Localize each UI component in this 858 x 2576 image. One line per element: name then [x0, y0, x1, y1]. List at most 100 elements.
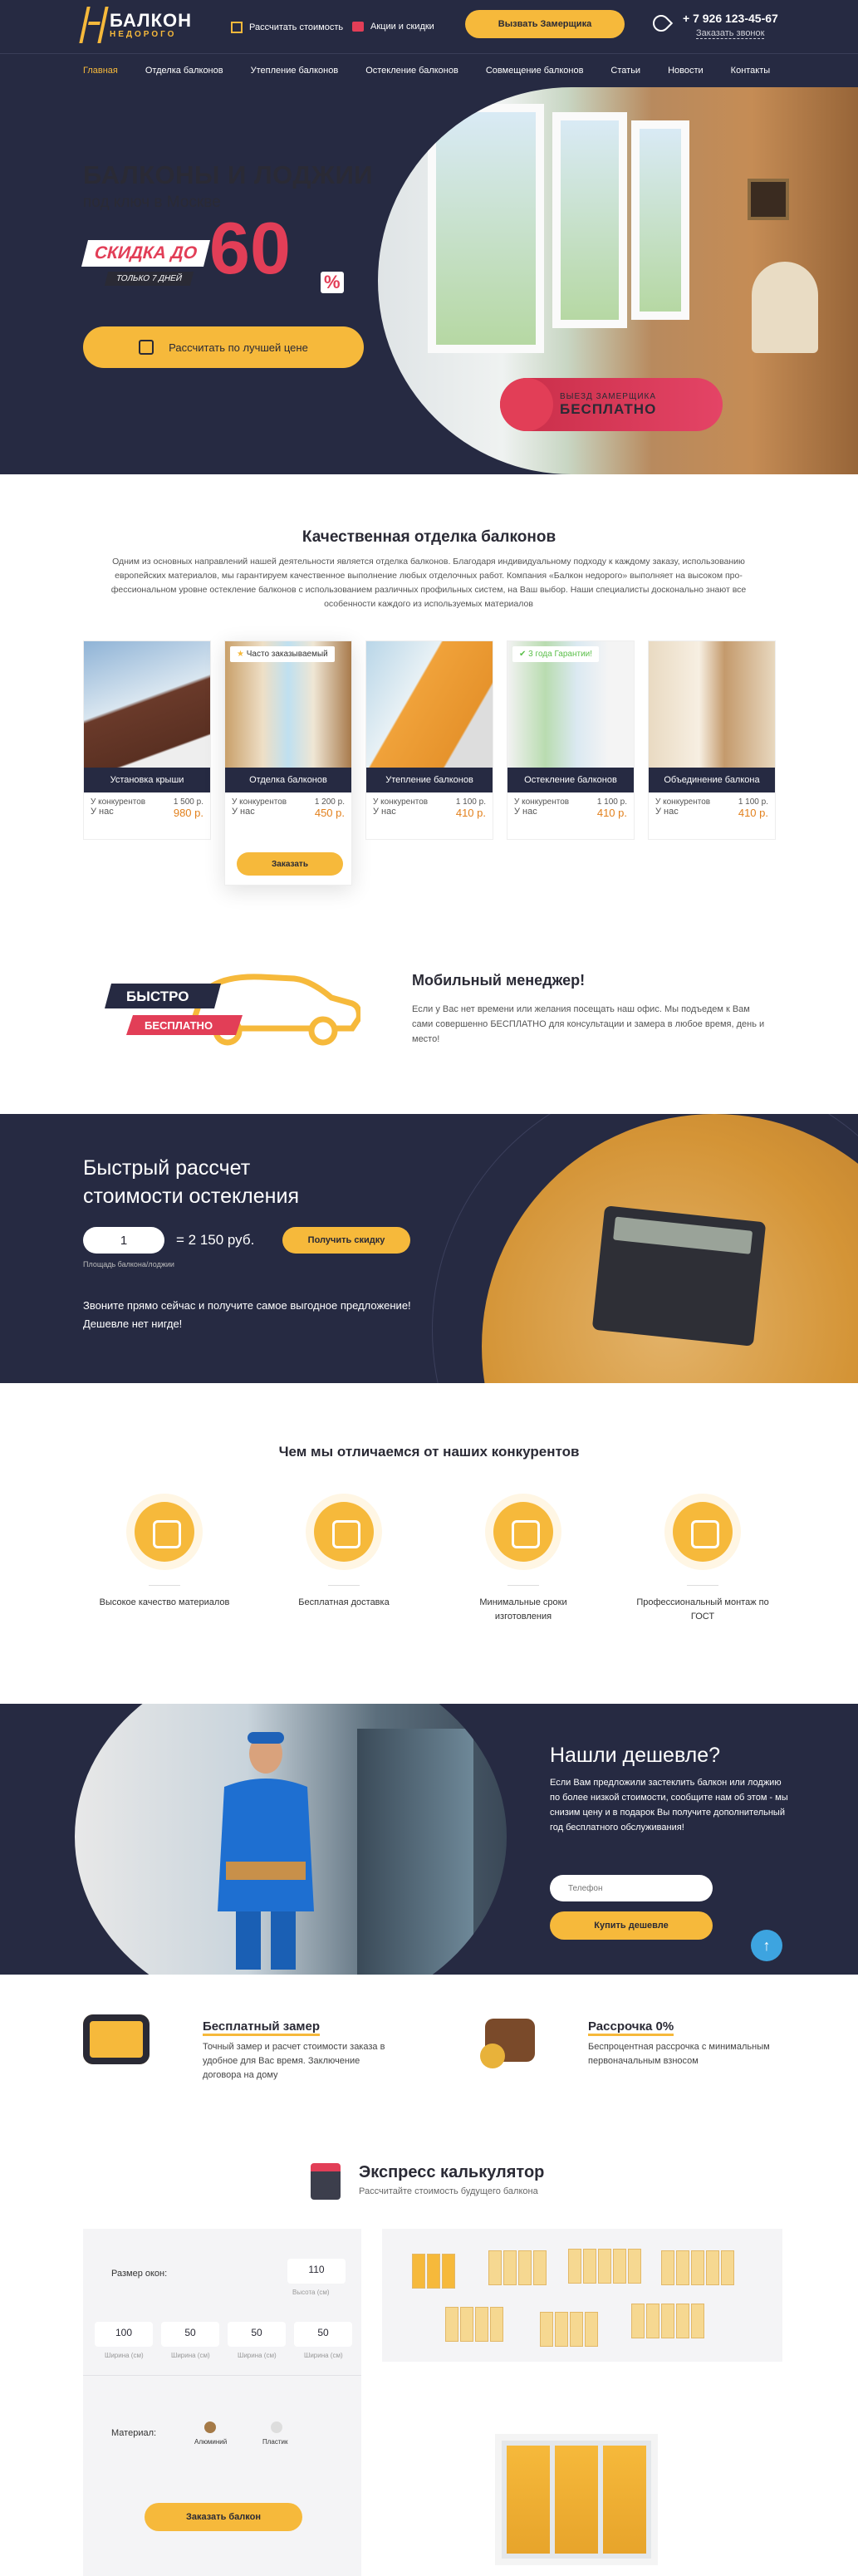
- car-label-fast: БЫСТРО: [126, 989, 189, 1004]
- service-card[interactable]: ★ Часто заказываемый Отделка балконов У …: [224, 640, 352, 886]
- nav-item-finishing[interactable]: Отделка балконов: [145, 66, 223, 76]
- tape-measure-icon: [83, 2014, 150, 2064]
- free-measure-text: Точный замер и расчет стоимости заказа в…: [203, 2042, 385, 2080]
- height-field[interactable]: 110: [287, 2259, 346, 2284]
- mobile-manager-text: Если у Вас нет времени или желания посещ…: [412, 1004, 765, 1044]
- warranty-tag: ✔ 3 года Гарантии!: [512, 646, 600, 662]
- area-label: Площадь балкона/лоджии: [83, 1260, 174, 1268]
- our-label: У нас: [514, 807, 537, 817]
- shape-option-1[interactable]: [412, 2254, 455, 2289]
- feature-label: Бесплатная доставка: [298, 1597, 390, 1607]
- nav-item-news[interactable]: Новости: [668, 66, 704, 76]
- phone-icon: [649, 11, 674, 36]
- competitor-price: 1 100 р.: [596, 797, 627, 807]
- logo[interactable]: БАЛКОН НЕДОРОГО: [79, 7, 192, 43]
- shape-option-4[interactable]: [661, 2250, 734, 2285]
- express-calc-title: Экспресс калькулятор: [359, 2163, 545, 2181]
- area-input[interactable]: [83, 1227, 164, 1254]
- competitor-label: У конкурентов: [91, 797, 146, 807]
- buy-cheaper-button[interactable]: Купить дешевле: [550, 1911, 713, 1940]
- thumb-up-icon: ✔: [519, 650, 527, 659]
- calendar-icon: [493, 1502, 553, 1562]
- nav-item-home[interactable]: Главная: [83, 66, 118, 76]
- quick-calc-title-2: стоимости остекления: [83, 1185, 299, 1208]
- competitor-label: У конкурентов: [232, 797, 287, 807]
- quality-title: Качественная отделка балконов: [302, 528, 556, 546]
- width-field[interactable]: 100: [95, 2322, 153, 2347]
- sale-percent: %: [321, 272, 344, 293]
- service-card[interactable]: Утепление балконов У конкурентов 1 100 р.…: [365, 640, 493, 840]
- width-field[interactable]: 50: [294, 2322, 352, 2347]
- hero-section: БАЛКОНЫ И ЛОДЖИИ под ключ в Москве СКИДК…: [0, 87, 858, 474]
- phone-number[interactable]: + 7 926 123-45-67: [683, 12, 778, 25]
- nav-item-contacts[interactable]: Контакты: [731, 66, 771, 76]
- scroll-up-icon[interactable]: ↑: [751, 1930, 782, 1961]
- calc-cost-label: Рассчитать стоимость: [249, 22, 344, 32]
- shape-option-3[interactable]: [568, 2249, 641, 2284]
- calculator-icon: [139, 340, 154, 355]
- width-label: Ширина (см): [304, 2352, 343, 2359]
- service-title: Утепление балконов: [366, 768, 493, 792]
- competitor-price: 1 200 р.: [314, 797, 345, 807]
- order-balcony-button[interactable]: Заказать балкон: [145, 2503, 302, 2531]
- logo-icon: [79, 7, 109, 43]
- badge-line-1: ВЫЕЗД ЗАМЕРЩИКА: [560, 391, 657, 401]
- shape-option-6[interactable]: [540, 2312, 598, 2347]
- calc-best-price-button[interactable]: Рассчитать по лучшей цене: [83, 326, 364, 368]
- width-field[interactable]: 50: [228, 2322, 286, 2347]
- width-label: Ширина (см): [171, 2352, 210, 2359]
- warranty-tag-label: 3 года Гарантии!: [528, 650, 593, 659]
- promo-link[interactable]: Акции и скидки: [352, 22, 434, 32]
- balcony-shape-picker: [382, 2229, 782, 2362]
- our-price: 410 р.: [738, 807, 768, 819]
- shape-option-5[interactable]: [445, 2307, 503, 2342]
- competitor-label: У конкурентов: [655, 797, 711, 807]
- feature-label: Высокое качество материалов: [99, 1597, 230, 1607]
- material-plastic-radio[interactable]: [271, 2421, 282, 2433]
- main-nav: Главная Отделка балконов Утепление балко…: [0, 53, 858, 86]
- our-price: 410 р.: [455, 807, 486, 819]
- call-measurer-button[interactable]: Вызвать Замерщика: [465, 10, 625, 38]
- service-title: Остекление балконов: [507, 768, 634, 792]
- logo-title: БАЛКОН: [110, 9, 192, 31]
- callback-link[interactable]: Заказать звонок: [696, 28, 765, 39]
- nav-item-articles[interactable]: Статьи: [610, 66, 640, 76]
- our-label: У нас: [232, 807, 255, 817]
- service-card[interactable]: Установка крыши У конкурентов 1 500 р. У …: [83, 640, 211, 840]
- nav-item-glazing[interactable]: Остекление балконов: [365, 66, 458, 76]
- material-aluminum-radio[interactable]: [204, 2421, 216, 2433]
- shape-option-2[interactable]: [488, 2250, 547, 2285]
- get-discount-button[interactable]: Получить скидку: [282, 1227, 410, 1254]
- nav-item-insulation[interactable]: Утепление балконов: [251, 66, 339, 76]
- sale-value: 60: [209, 207, 291, 289]
- service-image: Установка крыши: [84, 641, 210, 792]
- service-card[interactable]: ✔ 3 года Гарантии! Остекление балконов У…: [507, 640, 635, 840]
- window-size-label: Размер окон:: [111, 2269, 168, 2279]
- service-card[interactable]: Объединение балкона У конкурентов 1 100 р…: [648, 640, 776, 840]
- express-calc-subtitle: Рассчитайте стоимость будущего балкона: [359, 2186, 538, 2196]
- quality-icon: [135, 1502, 194, 1562]
- calc-cost-link[interactable]: Рассчитать стоимость: [231, 22, 343, 33]
- header: БАЛКОН НЕДОРОГО Рассчитать стоимость Акц…: [0, 0, 858, 87]
- free-measure-badge: ВЫЕЗД ЗАМЕРЩИКА БЕСПЛАТНО: [500, 378, 723, 431]
- car-illustration: БЫСТРО БЕСПЛАТНО: [103, 960, 362, 1052]
- material-label: Материал:: [111, 2428, 157, 2438]
- logo-subtitle: НЕДОРОГО: [110, 29, 177, 39]
- badge-line-2: БЕСПЛАТНО: [560, 400, 657, 417]
- nav-item-combining[interactable]: Совмещение балконов: [486, 66, 584, 76]
- our-label: У нас: [655, 807, 679, 817]
- installation-icon: [673, 1502, 733, 1562]
- feature-item: Бесплатная доставка: [273, 1502, 414, 1610]
- competitor-label: У конкурентов: [514, 797, 570, 807]
- shape-option-7[interactable]: [631, 2304, 704, 2338]
- calculator-icon: [311, 2163, 341, 2200]
- order-button[interactable]: Заказать: [237, 852, 343, 876]
- quick-calc-title-1: Быстрый рассчет: [83, 1156, 251, 1180]
- installment-title: Рассрочка 0%: [588, 2020, 674, 2036]
- phone-input[interactable]: [550, 1875, 713, 1901]
- truck-icon: [314, 1502, 374, 1562]
- free-measure-title: Бесплатный замер: [203, 2020, 321, 2036]
- feature-item: Минимальные сроки изготовления: [453, 1502, 594, 1624]
- width-field[interactable]: 50: [161, 2322, 219, 2347]
- material-aluminum-label: Алюминий: [194, 2438, 228, 2446]
